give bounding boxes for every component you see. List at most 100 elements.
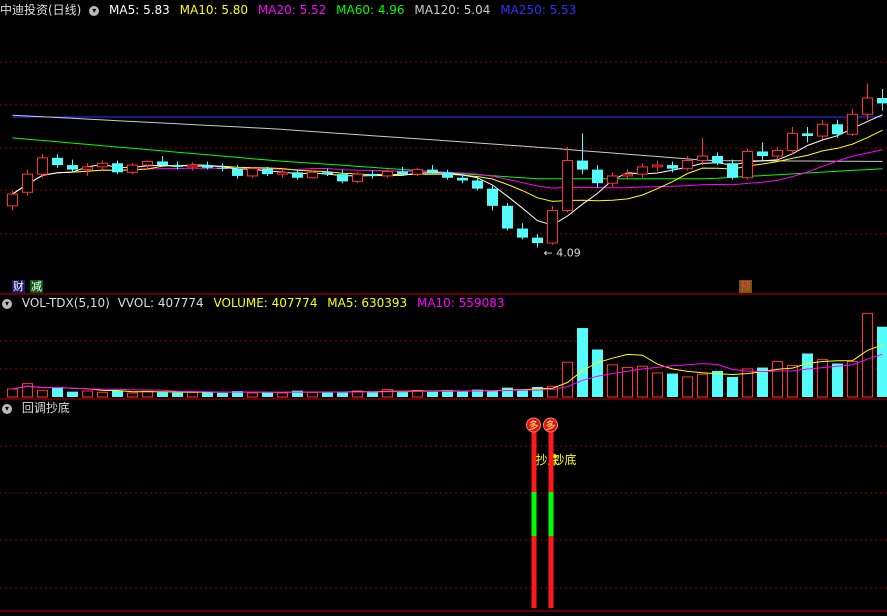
volume-bar-40 <box>607 364 618 398</box>
volume-bar-20 <box>307 391 318 398</box>
volume-bar-4 <box>67 391 78 397</box>
signal-marker-text-0: 多 <box>529 419 539 432</box>
candle-body-40 <box>607 175 618 184</box>
collapse-icon[interactable]: ▾ <box>2 403 12 414</box>
volume-bar-7 <box>112 390 123 397</box>
candle-body-54 <box>817 123 828 137</box>
candle-body-16 <box>247 168 258 177</box>
volume-bar-21 <box>322 391 333 397</box>
volume-bar-14 <box>217 392 228 397</box>
signal-bar-mid-0 <box>531 492 537 536</box>
volume-bar-43 <box>652 372 663 398</box>
finance-tag[interactable]: 财 <box>12 280 25 293</box>
low-price-label: ← 4.09 <box>544 247 581 260</box>
candle-body-28 <box>427 169 438 173</box>
candle-body-18 <box>277 171 288 175</box>
candle-body-41 <box>622 173 633 177</box>
volume-bar-48 <box>727 376 738 397</box>
vol-ma5-label: MA5: 630393 <box>327 296 408 310</box>
collapse-icon[interactable]: ▾ <box>89 5 100 16</box>
candle-body-27 <box>412 169 423 175</box>
candle-body-6 <box>97 162 108 168</box>
volume-bar-32 <box>487 390 498 397</box>
volume-label: VOLUME: 407774 <box>213 296 318 310</box>
candle-body-35 <box>532 237 543 244</box>
volume-bar-39 <box>592 349 603 397</box>
candle-body-58 <box>877 97 887 104</box>
candle-body-44 <box>667 165 678 169</box>
volume-bar-26 <box>397 391 408 397</box>
ma250-label: MA250: 5.53 <box>500 3 577 17</box>
candle-body-1 <box>22 173 33 193</box>
reduce-tag[interactable]: 减 <box>30 280 43 293</box>
signal-marker-text-1: 多 <box>546 419 556 432</box>
candle-body-49 <box>742 150 753 179</box>
volume-bar-3 <box>52 386 63 397</box>
candle-body-53 <box>802 133 813 137</box>
volume-bar-47 <box>712 370 723 397</box>
ma20-label: MA20: 5.52 <box>257 3 327 17</box>
volume-bar-58 <box>877 326 887 397</box>
vol-title: VOL-TDX(5,10) <box>21 296 110 310</box>
signal-bar-mid-1 <box>548 492 554 536</box>
candle-body-15 <box>232 168 243 176</box>
volume-bar-44 <box>667 373 678 397</box>
candle-body-21 <box>322 172 333 175</box>
volume-bar-0 <box>7 388 18 398</box>
volume-bar-8 <box>127 392 138 398</box>
candle-body-46 <box>697 155 708 162</box>
ma120-label: MA120: 5.04 <box>414 3 491 17</box>
candle-body-45 <box>682 160 693 170</box>
candle-body-0 <box>7 193 18 207</box>
candle-body-56 <box>847 113 858 135</box>
candle-body-25 <box>382 170 393 177</box>
candle-body-48 <box>727 163 738 178</box>
volume-bar-53 <box>802 353 813 397</box>
candle-body-52 <box>787 132 798 152</box>
candle-body-13 <box>202 165 213 168</box>
candle-body-57 <box>862 97 873 115</box>
candle-body-2 <box>37 157 48 175</box>
ma10-label: MA10: 5.80 <box>179 3 249 17</box>
indicator-panel-header: ▾ 回调抄底 <box>0 400 76 416</box>
volume-bar-11 <box>172 392 183 397</box>
candle-body-26 <box>397 171 408 175</box>
candle-body-30 <box>457 177 468 181</box>
candle-body-14 <box>217 167 228 169</box>
volume-bar-5 <box>82 390 93 398</box>
volume-bar-18 <box>277 392 288 398</box>
candle-body-39 <box>592 169 603 184</box>
candle-body-34 <box>517 228 528 238</box>
volume-bar-10 <box>157 392 168 397</box>
candle-body-23 <box>352 173 363 182</box>
candle-body-4 <box>67 165 78 170</box>
volume-bar-38 <box>577 328 588 397</box>
volume-bar-6 <box>97 391 108 398</box>
candle-body-12 <box>187 164 198 168</box>
collapse-icon[interactable]: ▾ <box>2 298 12 309</box>
forecast-tag[interactable]: 预 <box>739 280 752 293</box>
volume-bar-22 <box>337 392 348 397</box>
volume-bar-25 <box>382 389 393 398</box>
volume-bar-42 <box>637 365 648 398</box>
volume-bar-30 <box>457 391 468 397</box>
volume-bar-16 <box>247 392 258 398</box>
volume-bar-12 <box>187 391 198 398</box>
ma60-label: MA60: 4.96 <box>336 3 405 17</box>
ma5-label: MA5: 5.83 <box>109 3 170 17</box>
candle-body-55 <box>832 124 843 135</box>
volume-bar-33 <box>502 387 513 397</box>
volume-panel-header: ▾ VOL-TDX(5,10) VVOL: 407774 VOLUME: 407… <box>0 295 510 311</box>
candle-body-17 <box>262 168 273 175</box>
candle-body-7 <box>112 163 123 173</box>
candle-body-20 <box>307 171 318 179</box>
volume-bar-17 <box>262 392 273 397</box>
signal-bar-bottom-1 <box>548 536 554 608</box>
volume-bar-55 <box>832 363 843 397</box>
stock-title: 中迪投资(日线) <box>0 3 82 17</box>
candle-body-29 <box>442 172 453 178</box>
candle-body-37 <box>562 160 573 211</box>
candle-body-11 <box>172 165 183 167</box>
signal-label-1: 抄底 <box>553 452 577 467</box>
candle-body-3 <box>52 157 63 166</box>
